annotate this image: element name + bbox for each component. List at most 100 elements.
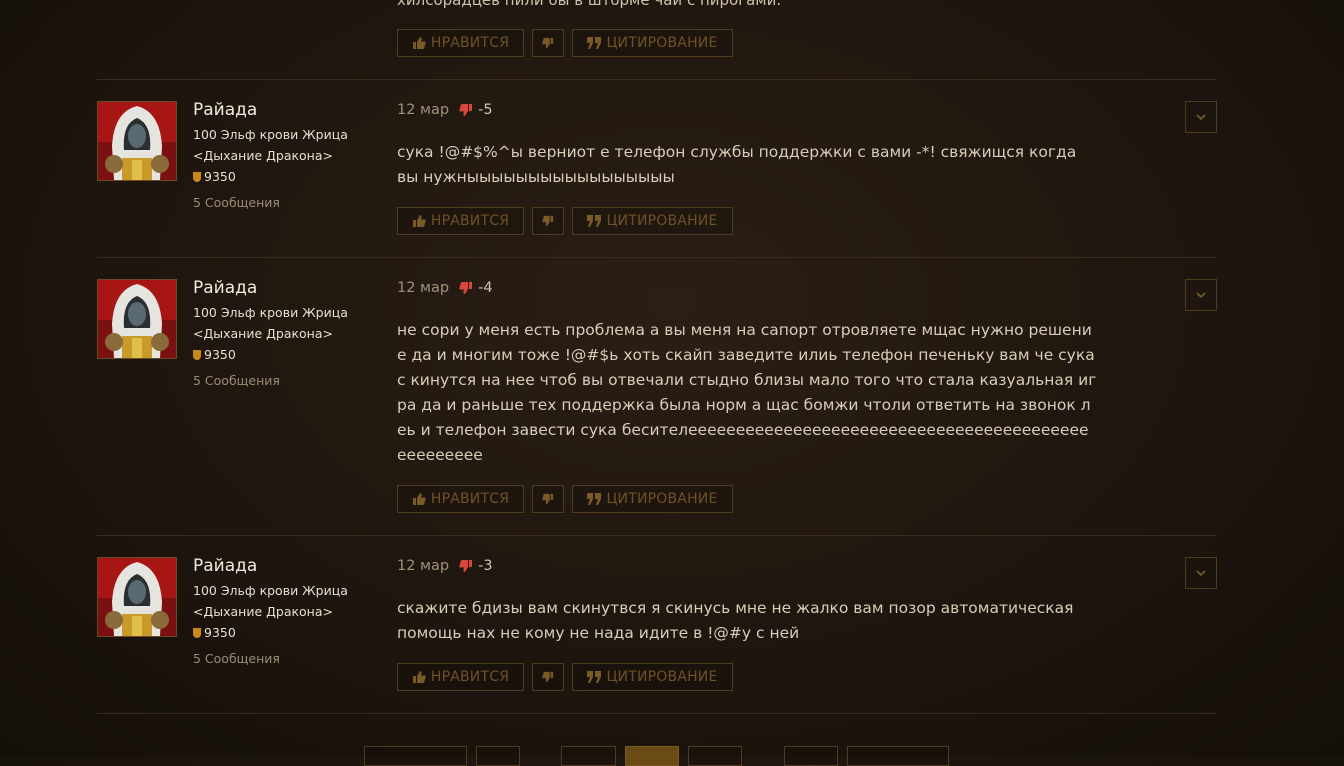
like-button[interactable]: НРАВИТСЯ [397,207,524,235]
post-actions: НРАВИТСЯ ЦИТИРОВАНИЕ [397,207,733,235]
post-options-dropdown[interactable] [1185,279,1217,311]
dislike-button[interactable] [532,29,564,57]
thumbs-down-icon [459,104,473,116]
achievement-points-value: 9350 [204,347,236,362]
post-body: не сори у меня есть проблема а вы меня н… [397,321,1097,464]
post-score: -5 [459,102,493,118]
author-name[interactable]: Райада [193,278,257,298]
post-options-dropdown[interactable] [1185,557,1217,589]
chevron-down-icon [1196,570,1206,576]
post-date[interactable]: 12 мар [397,102,449,118]
author-guild[interactable]: <Дыхание Дракона> [193,326,333,341]
post-score: -3 [459,558,493,574]
post-options-dropdown[interactable] [1185,101,1217,133]
pagination-page[interactable] [561,746,616,766]
author-level-class: 100 Эльф крови Жрица [193,583,348,598]
dislike-button[interactable] [532,207,564,235]
previous-post-text-fragment: хилсорадцев пили бы в шторме чай с пирог… [397,0,782,9]
post-meta: 12 мар -5 [397,102,493,118]
pagination-next-button[interactable] [847,746,949,766]
author-name[interactable]: Райада [193,100,257,120]
chevron-down-icon [1196,114,1206,120]
dislike-button[interactable] [532,663,564,691]
like-label: НРАВИТСЯ [430,669,510,685]
quote-icon [587,493,602,505]
pagination-page-current[interactable] [625,746,679,766]
pagination-prev-button[interactable] [364,746,467,766]
post-date[interactable]: 12 мар [397,280,449,296]
post-meta: 12 мар -3 [397,558,493,574]
score-value: -3 [478,558,493,574]
thumbs-up-icon [412,671,426,683]
forum-post: Райада 100 Эльф крови Жрица <Дыхание Дра… [0,536,1344,713]
quote-label: ЦИТИРОВАНИЕ [606,669,718,685]
thumbs-up-icon [412,493,426,505]
achievement-points-value: 9350 [204,625,236,640]
achievement-points: 9350 [193,625,236,640]
achievement-points: 9350 [193,169,236,184]
post-actions: НРАВИТСЯ ЦИТИРОВАНИЕ [397,485,733,513]
dislike-button[interactable] [532,485,564,513]
forum-post: Райада 100 Эльф крови Жрица <Дыхание Дра… [0,80,1344,257]
achievement-points: 9350 [193,347,236,362]
quote-icon [587,37,602,49]
author-post-count: 5 Сообщения [193,373,280,388]
avatar[interactable] [97,557,177,637]
post-divider [97,713,1217,714]
post-meta: 12 мар -4 [397,280,493,296]
author-post-count: 5 Сообщения [193,651,280,666]
like-button[interactable]: НРАВИТСЯ [397,485,524,513]
achievement-points-value: 9350 [204,169,236,184]
chevron-down-icon [1196,292,1206,298]
previous-post-actions: НРАВИТСЯ ЦИТИРОВАНИЕ [397,29,733,57]
quote-label: ЦИТИРОВАНИЕ [606,35,718,51]
quote-button[interactable]: ЦИТИРОВАНИЕ [572,207,733,235]
like-button[interactable]: НРАВИТСЯ [397,663,524,691]
like-label: НРАВИТСЯ [430,491,510,507]
post-date[interactable]: 12 мар [397,558,449,574]
like-label: НРАВИТСЯ [430,35,510,51]
avatar[interactable] [97,279,177,359]
thumbs-down-icon [542,671,554,683]
avatar[interactable] [97,101,177,181]
quote-button[interactable]: ЦИТИРОВАНИЕ [572,663,733,691]
thumbs-down-icon [542,37,554,49]
author-level-class: 100 Эльф крови Жрица [193,127,348,142]
score-value: -5 [478,102,493,118]
achievement-shield-icon [193,350,201,360]
like-label: НРАВИТСЯ [430,213,510,229]
quote-label: ЦИТИРОВАНИЕ [606,213,718,229]
pagination-page[interactable] [688,746,742,766]
quote-label: ЦИТИРОВАНИЕ [606,491,718,507]
quote-button[interactable]: ЦИТИРОВАНИЕ [572,485,733,513]
quote-icon [587,215,602,227]
forum-post: Райада 100 Эльф крови Жрица <Дыхание Дра… [0,258,1344,535]
author-guild[interactable]: <Дыхание Дракона> [193,604,333,619]
thumbs-down-icon [459,560,473,572]
post-body: сука !@#$%^ы верниот е телефон службы по… [397,143,1077,186]
quote-icon [587,671,602,683]
achievement-shield-icon [193,628,201,638]
thumbs-up-icon [412,37,426,49]
author-guild[interactable]: <Дыхание Дракона> [193,148,333,163]
quote-button[interactable]: ЦИТИРОВАНИЕ [572,29,733,57]
post-actions: НРАВИТСЯ ЦИТИРОВАНИЕ [397,663,733,691]
like-button[interactable]: НРАВИТСЯ [397,29,524,57]
thumbs-down-icon [459,282,473,294]
thumbs-down-icon [542,215,554,227]
achievement-shield-icon [193,172,201,182]
character-portrait [98,558,176,636]
author-name[interactable]: Райада [193,556,257,576]
pagination-page[interactable] [784,746,838,766]
score-value: -4 [478,280,493,296]
author-post-count: 5 Сообщения [193,195,280,210]
author-level-class: 100 Эльф крови Жрица [193,305,348,320]
pagination-page[interactable] [476,746,520,766]
post-body: скажите бдизы вам скинутвся я скинусь мн… [397,599,1074,642]
thumbs-down-icon [542,493,554,505]
character-portrait [98,102,176,180]
post-score: -4 [459,280,493,296]
character-portrait [98,280,176,358]
thumbs-up-icon [412,215,426,227]
pagination [0,746,1344,766]
